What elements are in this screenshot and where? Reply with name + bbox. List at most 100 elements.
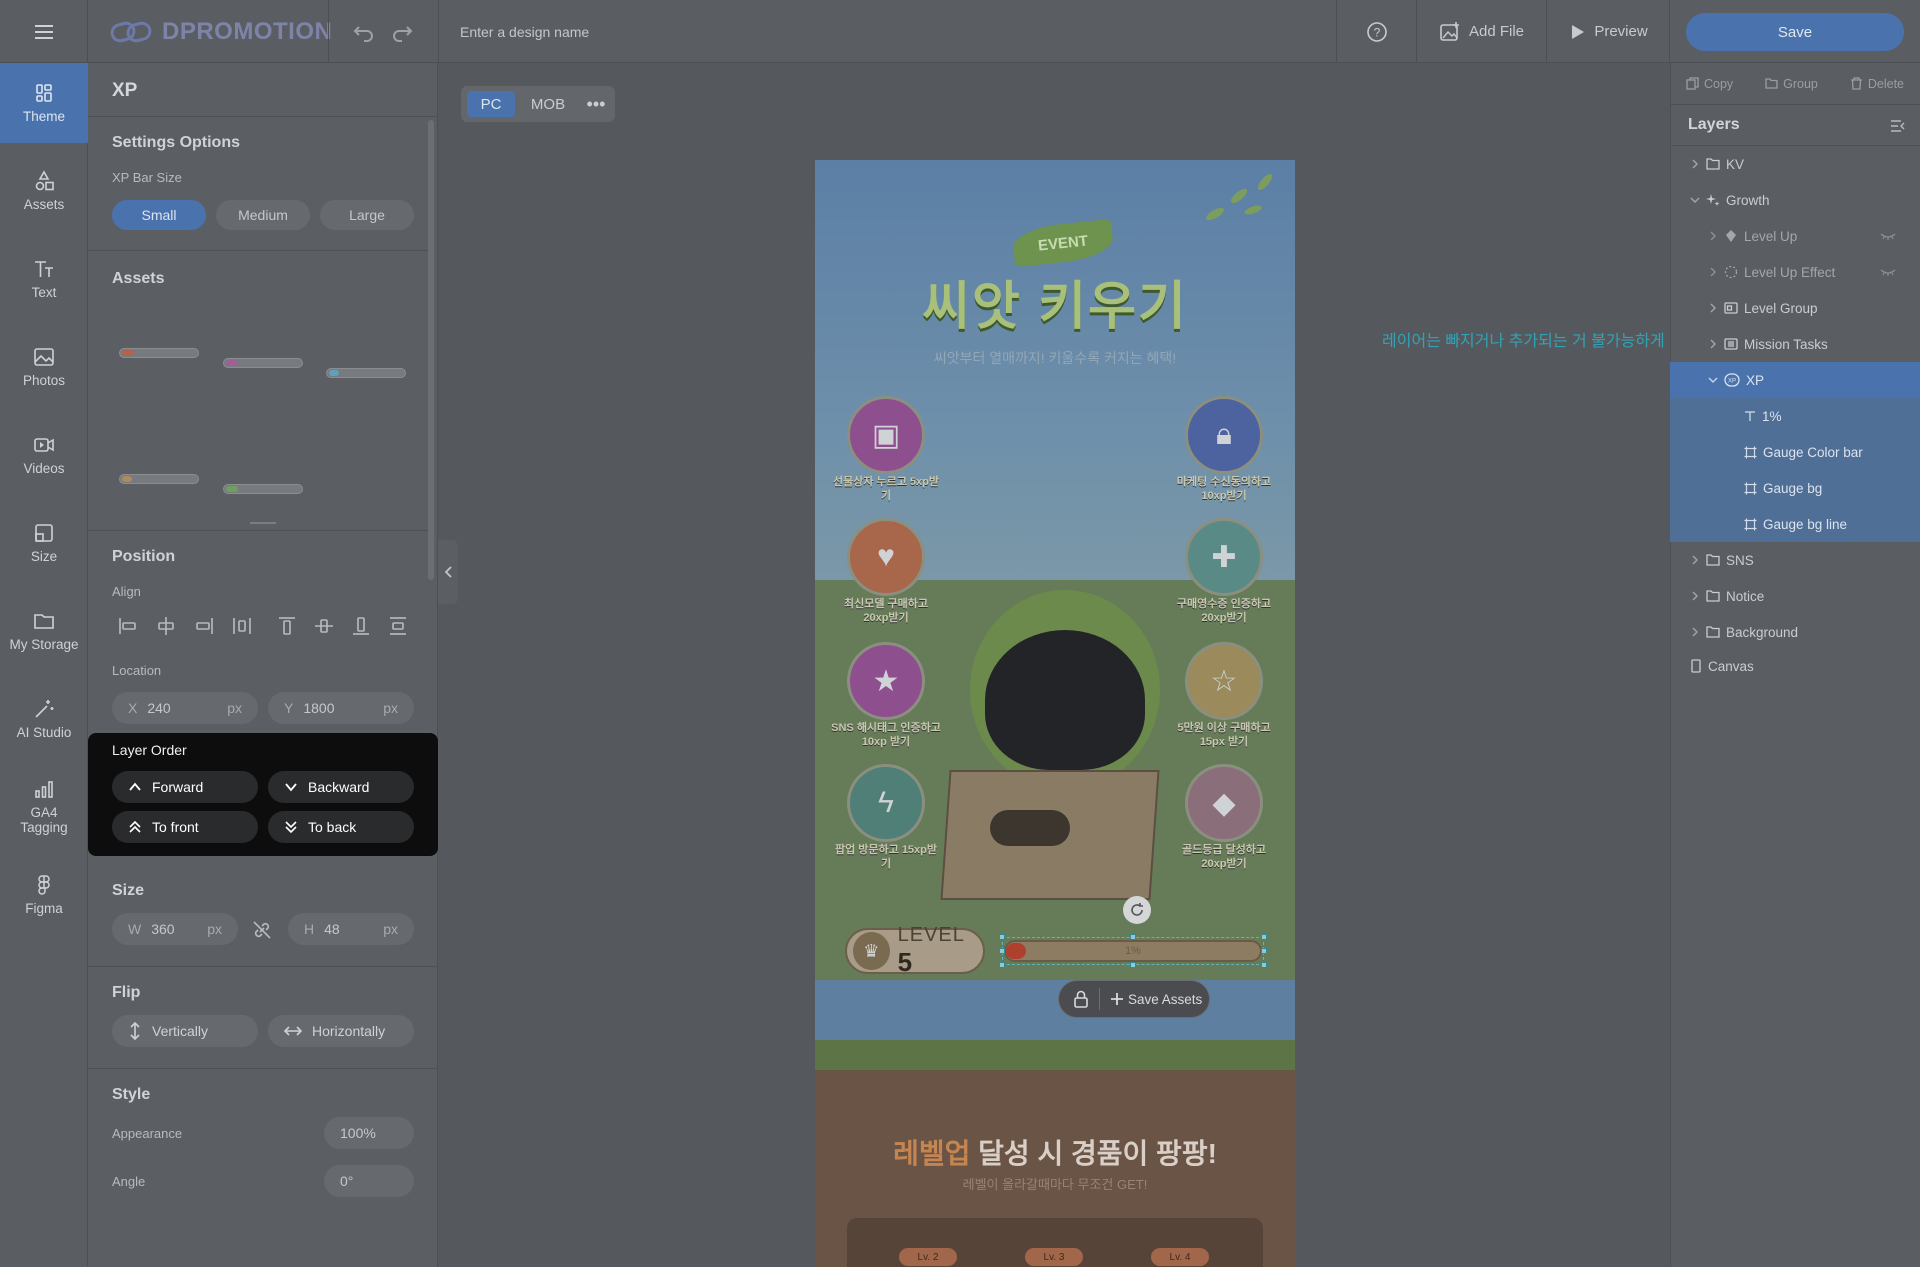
rail-item-ai-studio[interactable]: AI Studio: [0, 679, 88, 759]
more-options-icon[interactable]: •••: [580, 91, 612, 117]
mission-item[interactable]: ✚ 구매영수증 인증하고 20xp받기: [1169, 518, 1279, 626]
layer-item-xp[interactable]: XP XP: [1670, 362, 1920, 398]
preview-button[interactable]: Preview: [1546, 0, 1670, 63]
mission-item[interactable]: ★ SNS 해시태그 인증하고 10xp 받기: [831, 642, 941, 750]
layer-item-gauge-color-bar[interactable]: Gauge Color bar: [1670, 434, 1920, 470]
backward-button[interactable]: Backward: [268, 771, 414, 803]
to-front-button[interactable]: To front: [112, 811, 258, 843]
resize-handle[interactable]: [1261, 948, 1267, 954]
asset-xp-bar-pink[interactable]: [223, 358, 303, 368]
rail-item-photos[interactable]: Photos: [0, 327, 88, 407]
rail-item-my-storage[interactable]: My Storage: [0, 591, 88, 671]
width-input[interactable]: W 360 px: [112, 913, 238, 945]
distribute-h-icon[interactable]: [230, 614, 254, 638]
layer-item-growth[interactable]: Growth: [1670, 182, 1920, 218]
rail-item-theme[interactable]: Theme: [0, 63, 88, 143]
align-right-icon[interactable]: [192, 614, 216, 638]
size-large-button[interactable]: Large: [320, 200, 414, 230]
design-artboard[interactable]: EVENT 씨앗 키우기 씨앗부터 열매까지! 키울수록 커지는 혜택! ▣ 선…: [815, 160, 1295, 1267]
mission-item[interactable]: 🔒︎ 마케팅 수신동의하고 10xp받기: [1169, 396, 1279, 504]
layer-item-sns[interactable]: SNS: [1670, 542, 1920, 578]
redo-button[interactable]: [388, 18, 416, 46]
rail-item-text[interactable]: Text: [0, 239, 88, 319]
save-assets-button[interactable]: Save Assets: [1058, 980, 1210, 1018]
flip-horizontally-button[interactable]: Horizontally: [268, 1015, 414, 1047]
angle-input[interactable]: 0°: [324, 1165, 414, 1197]
height-input[interactable]: H 48 px: [288, 913, 414, 945]
collapse-layers-icon[interactable]: [1890, 118, 1906, 134]
rotate-handle[interactable]: [1123, 896, 1151, 924]
x-position-input[interactable]: X 240 px: [112, 692, 258, 724]
selection-box[interactable]: [999, 934, 1267, 968]
forward-button[interactable]: Forward: [112, 771, 258, 803]
design-name-input[interactable]: [460, 18, 980, 46]
unlink-icon[interactable]: [251, 919, 273, 941]
resize-handle[interactable]: [1130, 934, 1136, 940]
level-badge[interactable]: ♛ LEVEL 5: [845, 924, 985, 977]
size-small-button[interactable]: Small: [112, 200, 206, 230]
tab-mob[interactable]: MOB: [523, 91, 573, 117]
align-middle-v-icon[interactable]: [312, 614, 336, 638]
asset-xp-bar-blue[interactable]: [326, 368, 406, 378]
undo-button[interactable]: [350, 18, 378, 46]
rail-item-size[interactable]: Size: [0, 503, 88, 583]
panel-scrollbar[interactable]: [428, 120, 434, 580]
layer-item-gauge-bg[interactable]: Gauge bg: [1670, 470, 1920, 506]
eye-off-icon[interactable]: [1880, 231, 1896, 241]
layer-item-kv[interactable]: KV: [1670, 146, 1920, 182]
collapse-panel-button[interactable]: [438, 540, 458, 604]
align-left-icon[interactable]: [116, 614, 140, 638]
menu-button[interactable]: [0, 0, 88, 63]
resize-handle[interactable]: [250, 522, 276, 524]
align-center-h-icon[interactable]: [154, 614, 178, 638]
appearance-input[interactable]: 100%: [324, 1117, 414, 1149]
rail-label: Size: [30, 548, 58, 564]
size-medium-button[interactable]: Medium: [216, 200, 310, 230]
rail-item-figma[interactable]: Figma: [0, 855, 88, 935]
rail-item-assets[interactable]: Assets: [0, 151, 88, 231]
mission-item[interactable]: ☆ 5만원 이상 구매하고 15px 받기: [1169, 642, 1279, 750]
save-button[interactable]: Save: [1686, 13, 1904, 51]
app-logo[interactable]: DPROMOTION: [110, 16, 332, 48]
layer-item-level-up-effect[interactable]: Level Up Effect: [1670, 254, 1920, 290]
group-button[interactable]: Group: [1765, 77, 1818, 91]
resize-handle[interactable]: [999, 934, 1005, 940]
asset-xp-bar-orange[interactable]: [119, 348, 199, 358]
to-back-button[interactable]: To back: [268, 811, 414, 843]
refresh-icon: [1131, 903, 1143, 916]
layer-item-level-up[interactable]: Level Up: [1670, 218, 1920, 254]
rail-item-ga4-tagging[interactable]: GA4 Tagging: [0, 767, 88, 847]
flip-vertically-button[interactable]: Vertically: [112, 1015, 258, 1047]
layer-item-level-group[interactable]: Level Group: [1670, 290, 1920, 326]
resize-handle[interactable]: [999, 948, 1005, 954]
panel-title: XP: [112, 80, 138, 101]
resize-handle[interactable]: [1261, 934, 1267, 940]
layer-item-background[interactable]: Background: [1670, 614, 1920, 650]
resize-handle[interactable]: [1261, 962, 1267, 968]
mission-item[interactable]: ♥ 최신모델 구매하고 20xp받기: [831, 518, 941, 626]
copy-button[interactable]: Copy: [1686, 77, 1733, 91]
layer-item-mission-tasks[interactable]: Mission Tasks: [1670, 326, 1920, 362]
mission-item[interactable]: ϟ 팝업 방문하고 15xp받기: [831, 764, 941, 872]
tab-pc[interactable]: PC: [467, 91, 515, 117]
eye-off-icon[interactable]: [1880, 267, 1896, 277]
mission-item[interactable]: ▣ 선물상자 누르고 5xp받기: [831, 396, 941, 504]
delete-button[interactable]: Delete: [1850, 77, 1904, 91]
y-position-input[interactable]: Y 1800 px: [268, 692, 414, 724]
rail-item-videos[interactable]: Videos: [0, 415, 88, 495]
layer-item-notice[interactable]: Notice: [1670, 578, 1920, 614]
layer-label: Mission Tasks: [1744, 336, 1828, 352]
help-button[interactable]: ?: [1336, 0, 1416, 63]
align-bottom-icon[interactable]: [349, 614, 373, 638]
resize-handle[interactable]: [1130, 962, 1136, 968]
add-file-button[interactable]: Add File: [1416, 0, 1546, 63]
distribute-v-icon[interactable]: [386, 614, 410, 638]
layer-item-gauge-bg-line[interactable]: Gauge bg line: [1670, 506, 1920, 542]
layer-item-canvas[interactable]: Canvas: [1670, 648, 1920, 684]
resize-handle[interactable]: [999, 962, 1005, 968]
asset-xp-bar-green[interactable]: [223, 484, 303, 494]
align-top-icon[interactable]: [275, 614, 299, 638]
asset-xp-bar-gold[interactable]: [119, 474, 199, 484]
layer-item-xp-text[interactable]: 1%: [1670, 398, 1920, 434]
mission-item[interactable]: ◆ 골드등급 달성하고 20xp받기: [1169, 764, 1279, 872]
